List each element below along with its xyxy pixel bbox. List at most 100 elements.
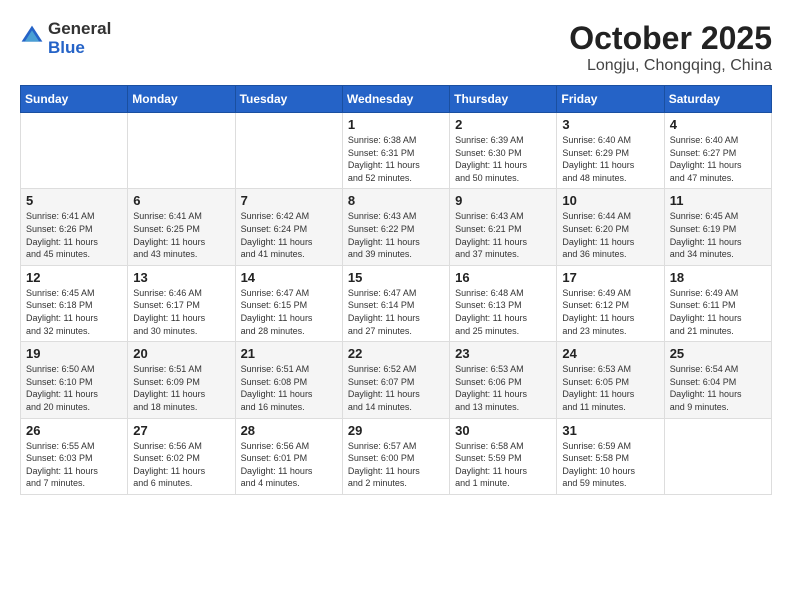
calendar-cell: 1 Sunrise: 6:38 AM Sunset: 6:31 PM Daylig… — [342, 113, 449, 189]
calendar-cell: 8Sunrise: 6:43 AM Sunset: 6:22 PM Daylig… — [342, 189, 449, 265]
logo-blue-text: Blue — [48, 39, 111, 58]
calendar-cell: 20Sunrise: 6:51 AM Sunset: 6:09 PM Dayli… — [128, 342, 235, 418]
day-info: Sunrise: 6:48 AM Sunset: 6:13 PM Dayligh… — [455, 287, 551, 337]
day-number: 29 — [348, 423, 444, 438]
day-number: 31 — [562, 423, 658, 438]
calendar-cell: 24 Sunrise: 6:53 AM Sunset: 6:05 PM Dayli… — [557, 342, 664, 418]
weekday-header: Wednesday — [342, 86, 449, 113]
calendar-cell: 14 Sunrise: 6:47 AM Sunset: 6:15 PM Dayli… — [235, 265, 342, 341]
calendar-cell — [235, 113, 342, 189]
day-info: Sunrise: 6:57 AM Sunset: 6:00 PM Dayligh… — [348, 440, 444, 490]
calendar-cell: 31 Sunrise: 6:59 AM Sunset: 5:58 PM Dayli… — [557, 418, 664, 494]
day-number: 16 — [455, 270, 551, 285]
logo-icon — [20, 24, 44, 48]
calendar-cell: 4Sunrise: 6:40 AM Sunset: 6:27 PM Daylig… — [664, 113, 771, 189]
day-number: 1 — [348, 117, 444, 132]
calendar-week-row: 12Sunrise: 6:45 AM Sunset: 6:18 PM Dayli… — [21, 265, 772, 341]
day-number: 27 — [133, 423, 229, 438]
day-number: 15 — [348, 270, 444, 285]
day-number: 13 — [133, 270, 229, 285]
day-info: Sunrise: 6:53 AM Sunset: 6:06 PM Dayligh… — [455, 363, 551, 413]
day-number: 28 — [241, 423, 337, 438]
day-number: 9 — [455, 193, 551, 208]
location-title: Longju, Chongqing, China — [569, 57, 772, 75]
calendar-cell: 23Sunrise: 6:53 AM Sunset: 6:06 PM Dayli… — [450, 342, 557, 418]
day-info: Sunrise: 6:40 AM Sunset: 6:29 PM Dayligh… — [562, 134, 658, 184]
calendar-cell: 13 Sunrise: 6:46 AM Sunset: 6:17 PM Dayli… — [128, 265, 235, 341]
weekday-header: Monday — [128, 86, 235, 113]
calendar-cell: 18 Sunrise: 6:49 AM Sunset: 6:11 PM Dayli… — [664, 265, 771, 341]
day-number: 24 — [562, 346, 658, 361]
page-header: General Blue October 2025 Longju, Chongq… — [20, 20, 772, 75]
calendar-table: SundayMondayTuesdayWednesdayThursdayFrid… — [20, 85, 772, 495]
day-info: Sunrise: 6:53 AM Sunset: 6:05 PM Dayligh… — [562, 363, 658, 413]
day-number: 17 — [562, 270, 658, 285]
day-number: 7 — [241, 193, 337, 208]
day-number: 6 — [133, 193, 229, 208]
day-info: Sunrise: 6:49 AM Sunset: 6:11 PM Dayligh… — [670, 287, 766, 337]
calendar-cell: 7 Sunrise: 6:42 AM Sunset: 6:24 PM Daylig… — [235, 189, 342, 265]
calendar-cell: 12Sunrise: 6:45 AM Sunset: 6:18 PM Dayli… — [21, 265, 128, 341]
calendar-cell: 3 Sunrise: 6:40 AM Sunset: 6:29 PM Daylig… — [557, 113, 664, 189]
weekday-header: Saturday — [664, 86, 771, 113]
day-info: Sunrise: 6:50 AM Sunset: 6:10 PM Dayligh… — [26, 363, 122, 413]
weekday-header: Tuesday — [235, 86, 342, 113]
day-number: 12 — [26, 270, 122, 285]
calendar-cell — [664, 418, 771, 494]
day-info: Sunrise: 6:43 AM Sunset: 6:21 PM Dayligh… — [455, 210, 551, 260]
day-number: 2 — [455, 117, 551, 132]
day-number: 11 — [670, 193, 766, 208]
calendar-cell: 15 Sunrise: 6:47 AM Sunset: 6:14 PM Dayli… — [342, 265, 449, 341]
day-number: 19 — [26, 346, 122, 361]
day-info: Sunrise: 6:41 AM Sunset: 6:25 PM Dayligh… — [133, 210, 229, 260]
calendar-cell: 16 Sunrise: 6:48 AM Sunset: 6:13 PM Dayli… — [450, 265, 557, 341]
day-number: 3 — [562, 117, 658, 132]
calendar-cell: 9 Sunrise: 6:43 AM Sunset: 6:21 PM Daylig… — [450, 189, 557, 265]
day-info: Sunrise: 6:45 AM Sunset: 6:19 PM Dayligh… — [670, 210, 766, 260]
title-block: October 2025 Longju, Chongqing, China — [569, 20, 772, 75]
calendar-week-row: 26 Sunrise: 6:55 AM Sunset: 6:03 PM Dayli… — [21, 418, 772, 494]
calendar-cell: 5Sunrise: 6:41 AM Sunset: 6:26 PM Daylig… — [21, 189, 128, 265]
day-number: 8 — [348, 193, 444, 208]
month-title: October 2025 — [569, 20, 772, 57]
day-number: 18 — [670, 270, 766, 285]
day-info: Sunrise: 6:47 AM Sunset: 6:15 PM Dayligh… — [241, 287, 337, 337]
weekday-header: Sunday — [21, 86, 128, 113]
day-info: Sunrise: 6:55 AM Sunset: 6:03 PM Dayligh… — [26, 440, 122, 490]
day-number: 26 — [26, 423, 122, 438]
day-number: 14 — [241, 270, 337, 285]
calendar-cell — [21, 113, 128, 189]
day-info: Sunrise: 6:46 AM Sunset: 6:17 PM Dayligh… — [133, 287, 229, 337]
calendar-cell: 10 Sunrise: 6:44 AM Sunset: 6:20 PM Dayli… — [557, 189, 664, 265]
day-info: Sunrise: 6:51 AM Sunset: 6:08 PM Dayligh… — [241, 363, 337, 413]
calendar-cell: 2Sunrise: 6:39 AM Sunset: 6:30 PM Daylig… — [450, 113, 557, 189]
calendar-cell: 26 Sunrise: 6:55 AM Sunset: 6:03 PM Dayli… — [21, 418, 128, 494]
logo: General Blue — [20, 20, 111, 57]
day-info: Sunrise: 6:58 AM Sunset: 5:59 PM Dayligh… — [455, 440, 551, 490]
day-number: 22 — [348, 346, 444, 361]
calendar-cell: 27 Sunrise: 6:56 AM Sunset: 6:02 PM Dayli… — [128, 418, 235, 494]
logo-general-text: General — [48, 20, 111, 39]
calendar-cell: 22 Sunrise: 6:52 AM Sunset: 6:07 PM Dayli… — [342, 342, 449, 418]
day-number: 30 — [455, 423, 551, 438]
day-info: Sunrise: 6:56 AM Sunset: 6:02 PM Dayligh… — [133, 440, 229, 490]
day-info: Sunrise: 6:44 AM Sunset: 6:20 PM Dayligh… — [562, 210, 658, 260]
calendar-cell: 21Sunrise: 6:51 AM Sunset: 6:08 PM Dayli… — [235, 342, 342, 418]
day-number: 10 — [562, 193, 658, 208]
calendar-cell: 19 Sunrise: 6:50 AM Sunset: 6:10 PM Dayli… — [21, 342, 128, 418]
calendar-cell: 6 Sunrise: 6:41 AM Sunset: 6:25 PM Daylig… — [128, 189, 235, 265]
calendar-header-row: SundayMondayTuesdayWednesdayThursdayFrid… — [21, 86, 772, 113]
day-info: Sunrise: 6:59 AM Sunset: 5:58 PM Dayligh… — [562, 440, 658, 490]
weekday-header: Friday — [557, 86, 664, 113]
calendar-cell: 25Sunrise: 6:54 AM Sunset: 6:04 PM Dayli… — [664, 342, 771, 418]
day-info: Sunrise: 6:47 AM Sunset: 6:14 PM Dayligh… — [348, 287, 444, 337]
calendar-week-row: 1 Sunrise: 6:38 AM Sunset: 6:31 PM Daylig… — [21, 113, 772, 189]
weekday-header: Thursday — [450, 86, 557, 113]
calendar-cell: 30 Sunrise: 6:58 AM Sunset: 5:59 PM Dayli… — [450, 418, 557, 494]
calendar-week-row: 19 Sunrise: 6:50 AM Sunset: 6:10 PM Dayli… — [21, 342, 772, 418]
day-info: Sunrise: 6:52 AM Sunset: 6:07 PM Dayligh… — [348, 363, 444, 413]
day-info: Sunrise: 6:42 AM Sunset: 6:24 PM Dayligh… — [241, 210, 337, 260]
day-number: 5 — [26, 193, 122, 208]
calendar-cell: 28Sunrise: 6:56 AM Sunset: 6:01 PM Dayli… — [235, 418, 342, 494]
day-info: Sunrise: 6:38 AM Sunset: 6:31 PM Dayligh… — [348, 134, 444, 184]
